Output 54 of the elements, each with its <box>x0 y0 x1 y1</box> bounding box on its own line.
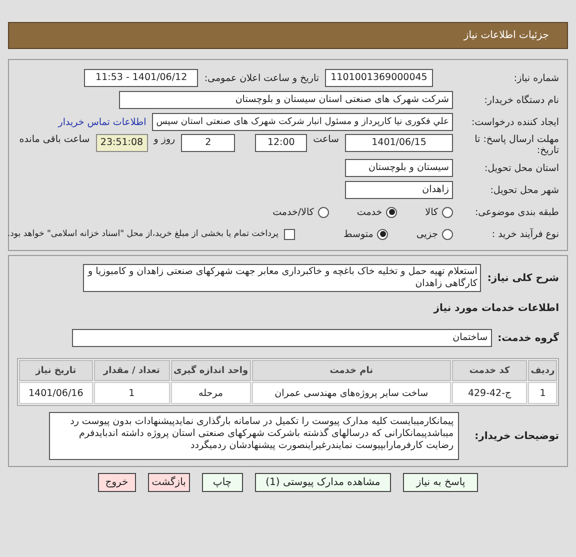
payment-note: پرداخت تمام یا بخشی از مبلغ خرید،از محل "اسناد خزانه اسلامی" خواهد بود. <box>7 229 278 239</box>
column-header: واحد اندازه گیری <box>170 360 252 381</box>
column-header: نام خدمت <box>252 360 451 381</box>
section-heading: اطلاعات خدمات مورد نیاز <box>434 302 559 314</box>
field-label: شرح کلی نیاز: <box>487 272 559 284</box>
field-label: توضیحات خریدار: <box>474 430 559 442</box>
field-label: ساعت <box>313 134 339 145</box>
table-cell: مرحله <box>170 382 252 404</box>
radio-option[interactable]: کالا/خدمت <box>272 206 329 218</box>
field-label: نام دستگاه خریدار: <box>483 94 559 106</box>
column-header: تاریخ نیاز <box>19 360 93 381</box>
table-cell: ساخت سایر پروژه‌های مهندسی عمران <box>252 382 451 404</box>
field-label: مهلت ارسال پاسخ: تا تاریخ: <box>474 134 559 156</box>
days-field: 2 <box>181 134 236 152</box>
table-cell: 1401/06/16 <box>19 382 93 404</box>
field-label: گروه خدمت: <box>498 332 559 344</box>
exit-button[interactable]: خروج <box>98 473 136 492</box>
city-field: زاهدان <box>345 181 453 199</box>
field-label: شهر محل تحویل: <box>489 184 559 196</box>
field-label: تاریخ و ساعت اعلان عمومی: <box>204 72 319 84</box>
buyer-notes-field: پیمانکارمیبایست کلیه مدارک پیوست را تکمیل در سامانه بارگذاری نمایدپیشنهادات بدون پیوست رد میباشدپیمانکارانی که درسالهای گذشته باشرکت شهرکهای صنعتی استان پروژه داشته اندبایدفرم رضایت کارفرمارابپیوست نمایندرغیراینصورت پیشنهادشان ردمیگردد <box>48 412 459 460</box>
print-button[interactable]: چاپ <box>202 473 243 492</box>
field-label: استان محل تحویل: <box>483 162 559 174</box>
field-label: طبقه بندی موضوعی: <box>474 206 559 218</box>
field-label: ساعت باقی مانده <box>19 134 90 145</box>
field-label: شماره نیاز: <box>512 72 559 84</box>
description-field: استعلام تهیه حمل و تخلیه خاک باغچه و خاکبرداری معابر جهت شهرکهای صنعتی زاهدان و کامبوزیا و کارگاهی زاهدان <box>83 264 482 292</box>
requester-field: علي فکوری نیا کارپرداز و مسئول انبار شرکت شهرک های صنعتی استان سیس <box>152 113 453 131</box>
back-button[interactable]: بازگشت <box>148 473 190 492</box>
reply-button[interactable]: پاسخ به نیاز <box>403 473 478 492</box>
deadline-time-field: 12:00 <box>255 134 308 152</box>
deadline-date-field: 1401/06/15 <box>345 134 453 152</box>
service-group-field: ساختمان <box>72 329 492 347</box>
column-header: تعداد / مقدار <box>94 360 170 381</box>
table-cell: 1 <box>528 382 557 404</box>
contact-link[interactable]: اطلاعات تماس خریدار <box>58 116 146 128</box>
field-label: روز و <box>154 134 176 145</box>
radio-option[interactable]: جزیی <box>416 228 453 240</box>
radio-option[interactable]: متوسط <box>343 228 388 240</box>
page-title: جزئیات اطلاعات نیاز <box>8 22 568 49</box>
table-cell: 1 <box>94 382 170 404</box>
announce-date-field: 1401/06/12 - 11:53 <box>84 69 198 87</box>
buyer-name-field: شرکت شهرک های صنعتی استان سیستان و بلوچستان <box>119 91 453 109</box>
province-field: سیستان و بلوچستان <box>345 159 453 177</box>
field-label: ایجاد کننده درخواست: <box>470 116 559 128</box>
radio-option[interactable]: کالا <box>425 206 453 218</box>
radio-option[interactable]: خدمت <box>356 206 398 218</box>
attachments-button[interactable]: مشاهده مدارک پیوستی (1) <box>254 473 392 492</box>
field-label: نوع فرآیند خرید : <box>490 228 559 240</box>
column-header: ردیف <box>528 360 557 381</box>
need-number-field: 1101001369000045 <box>325 69 433 87</box>
table-cell: ج-42-429 <box>452 382 528 404</box>
column-header: کد خدمت <box>452 360 528 381</box>
remaining-time-field: 23:51:08 <box>96 134 148 152</box>
